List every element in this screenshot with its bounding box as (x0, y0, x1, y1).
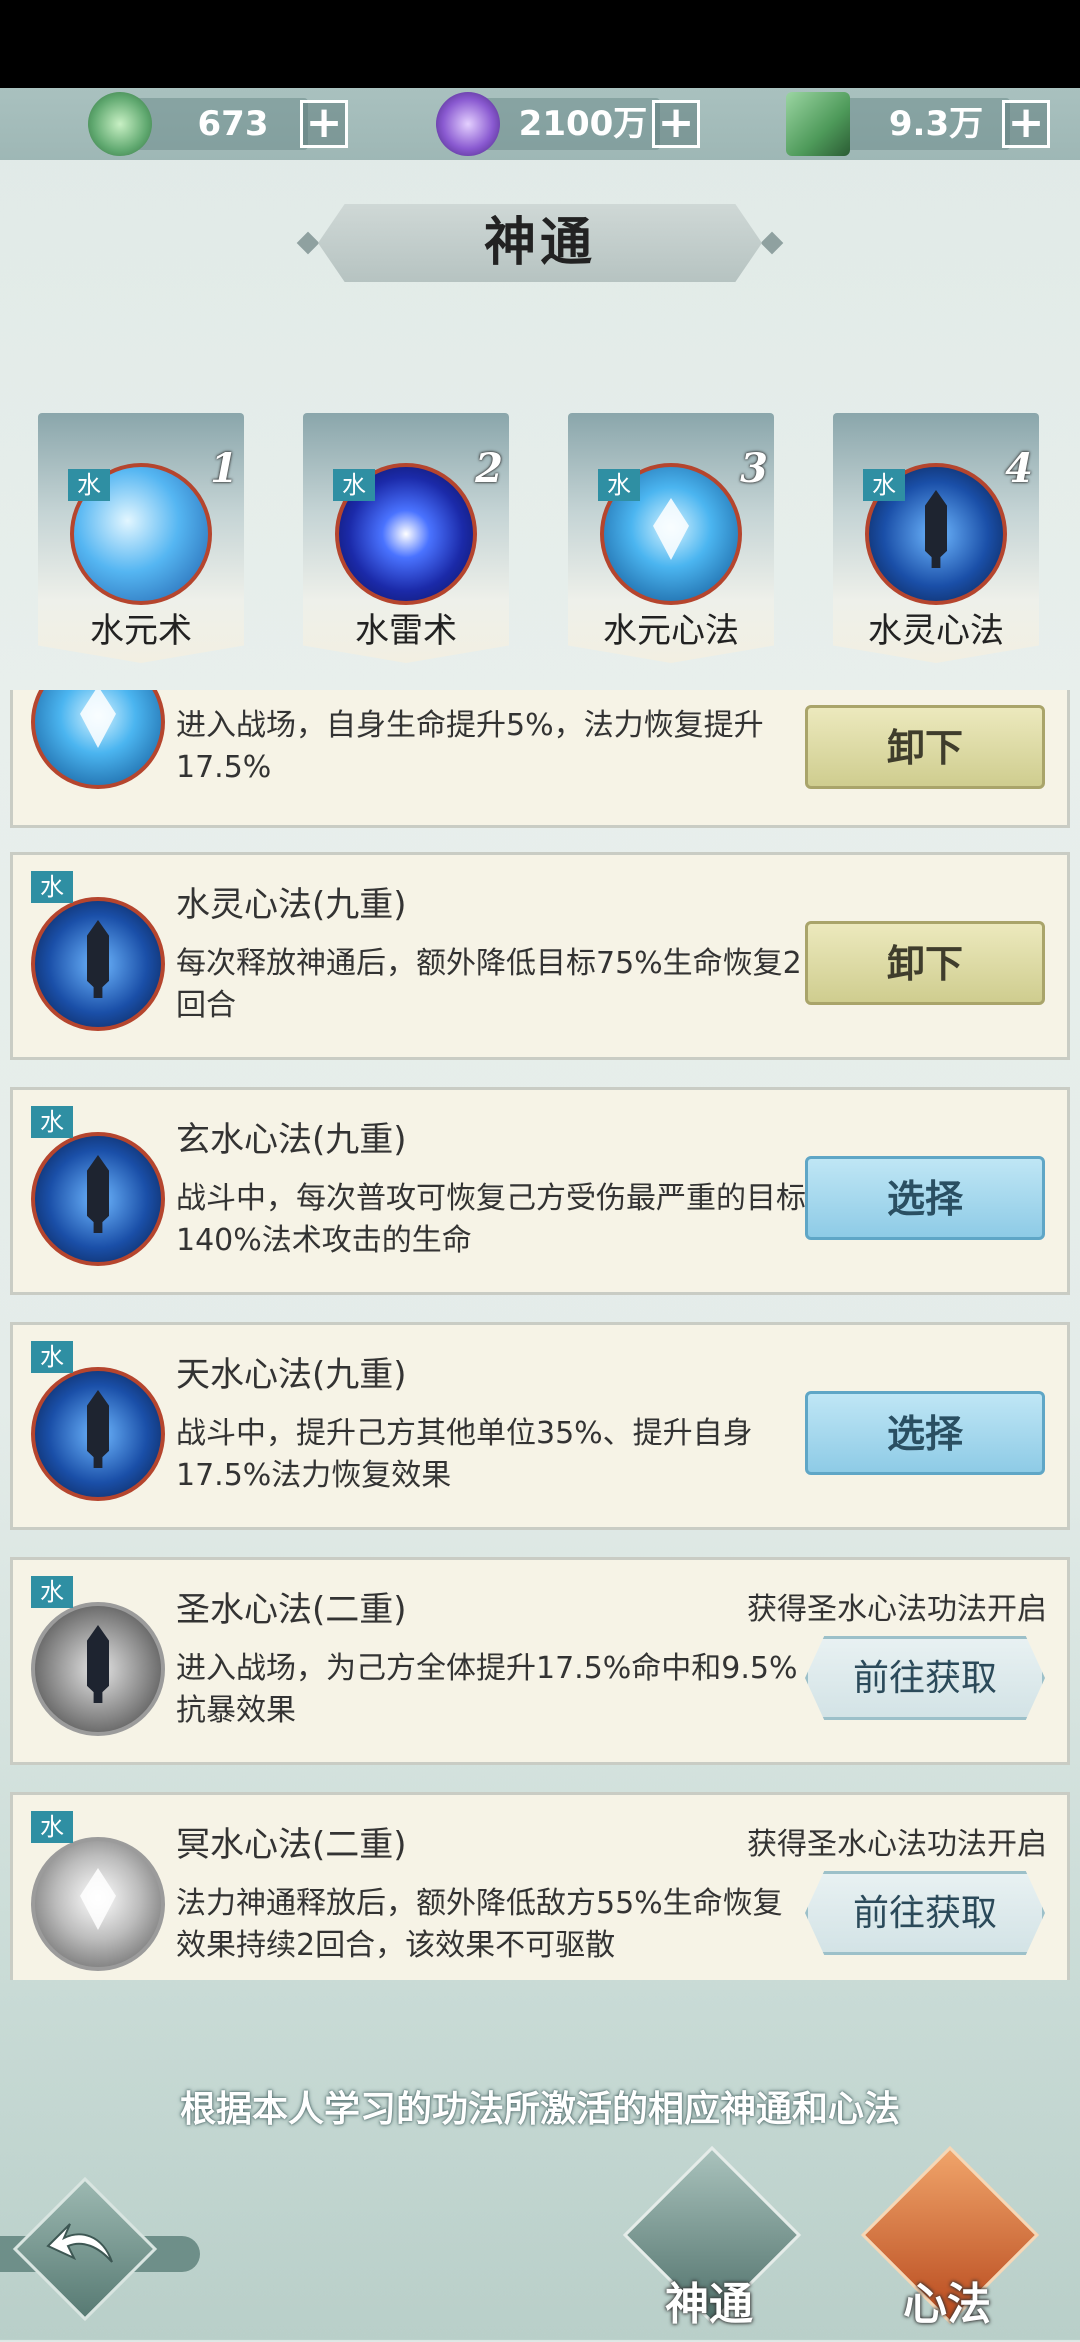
skill-card: 水 圣水心法(二重) 获得圣水心法功法开启 进入战场，为己方全体提升17.5%命… (10, 1557, 1070, 1765)
skill-card: 水 冥水心法(二重) 获得圣水心法功法开启 法力神通释放后，额外降低敌方55%生… (10, 1792, 1070, 1980)
skill-description: 法力神通释放后，额外降低敌方55%生命恢复效果持续2回合，该效果不可驱散 (176, 1886, 783, 1963)
currency-scroll: 9.3万 + (786, 92, 1056, 156)
slot-label: 水灵心法 (868, 611, 1004, 651)
add-jade-button[interactable]: + (300, 100, 348, 148)
purple-spirit-icon (436, 92, 500, 156)
back-arrow-icon (46, 2223, 113, 2263)
element-tag: 水 (31, 1576, 73, 1608)
slot-label: 水元心法 (603, 611, 739, 651)
slot-label: 水元术 (90, 611, 192, 651)
select-button[interactable]: 选择 (805, 1156, 1045, 1240)
skill-slot-3[interactable]: 水 3 水元心法 (568, 413, 774, 675)
hint-text: 根据本人学习的功法所激活的相应神通和心法 (179, 2089, 900, 2130)
unlock-requirement: 获得圣水心法功法开启 (747, 1827, 1047, 1862)
nav-label: 心法 (903, 2279, 991, 2330)
skill-title: 水灵心法(九重) (176, 885, 407, 925)
skill-title: 冥水心法(二重) (176, 1825, 407, 1865)
element-tag: 水 (31, 1811, 73, 1843)
currency-value: 2100万 (518, 104, 648, 144)
locked-crystal-icon (31, 1837, 165, 1971)
skill-slot-2[interactable]: 水 2 水雷术 (303, 413, 509, 675)
nav-label: 神通 (665, 2279, 753, 2330)
skill-description: 进入战场，为己方全体提升17.5%命中和9.5%抗暴效果 (176, 1651, 798, 1728)
skill-title: 圣水心法(二重) (176, 1590, 407, 1630)
water-sword-icon (31, 1367, 165, 1501)
currency-value: 9.3万 (888, 104, 984, 144)
skill-card: 进入战场，自身生命提升5%，法力恢复提升17.5% 卸下 (10, 690, 1070, 828)
nav-xinfa[interactable]: 心法 (860, 2145, 1040, 2342)
jade-coin-icon (88, 92, 152, 156)
skill-title: 玄水心法(九重) (176, 1120, 407, 1160)
add-scroll-button[interactable]: + (1002, 100, 1050, 148)
element-tag: 水 (31, 1106, 73, 1138)
skill-slot-1[interactable]: 水 1 水元术 (38, 413, 244, 675)
element-tag: 水 (333, 469, 375, 501)
element-tag: 水 (598, 469, 640, 501)
skill-card: 水 天水心法(九重) 战斗中，提升己方其他单位35%、提升自身17.5%法力恢复… (10, 1322, 1070, 1530)
currency-jade: 673 + (88, 92, 354, 156)
select-button[interactable]: 选择 (805, 1391, 1045, 1475)
go-obtain-button[interactable]: 前往获取 (805, 1636, 1045, 1720)
slot-label: 水雷术 (355, 611, 457, 651)
skill-title: 天水心法(九重) (176, 1355, 407, 1395)
locked-sword-icon (31, 1602, 165, 1736)
go-obtain-button[interactable]: 前往获取 (805, 1871, 1045, 1955)
add-spirit-button[interactable]: + (652, 100, 700, 148)
title-ornament-left (296, 231, 320, 255)
element-tag: 水 (863, 469, 905, 501)
slot-number: 2 (475, 445, 503, 492)
skill-list[interactable]: 进入战场，自身生命提升5%，法力恢复提升17.5% 卸下 水 水灵心法(九重) … (10, 690, 1070, 1980)
skill-description: 每次释放神通后，额外降低目标75%生命恢复2回合 (176, 946, 802, 1023)
unequip-button[interactable]: 卸下 (805, 705, 1045, 789)
skill-description: 进入战场，自身生命提升5%，法力恢复提升17.5% (176, 708, 764, 785)
water-sword-icon (31, 1132, 165, 1266)
water-sword-icon (31, 897, 165, 1031)
skill-card: 水 水灵心法(九重) 每次释放神通后，额外降低目标75%生命恢复2回合 卸下 (10, 852, 1070, 1060)
skill-card: 水 玄水心法(九重) 战斗中，每次普攻可恢复己方受伤最严重的目标140%法术攻击… (10, 1087, 1070, 1295)
page-title: 神通 (483, 213, 596, 273)
nav-shentong[interactable]: 神通 (622, 2145, 802, 2342)
status-bar (0, 0, 1080, 88)
slot-number: 1 (210, 445, 238, 492)
currency-spirit: 2100万 + (436, 92, 706, 156)
slot-number: 3 (740, 445, 768, 492)
skill-description: 战斗中，提升己方其他单位35%、提升自身17.5%法力恢复效果 (176, 1416, 753, 1493)
element-tag: 水 (31, 1341, 73, 1373)
title-ornament-right (760, 231, 784, 255)
unequip-button[interactable]: 卸下 (805, 921, 1045, 1005)
green-scroll-icon (786, 92, 850, 156)
skill-slot-4[interactable]: 水 4 水灵心法 (833, 413, 1039, 675)
element-tag: 水 (68, 469, 110, 501)
skill-description: 战斗中，每次普攻可恢复己方受伤最严重的目标140%法术攻击的生命 (176, 1181, 806, 1258)
slot-number: 4 (1005, 445, 1033, 492)
unlock-requirement: 获得圣水心法功法开启 (747, 1592, 1047, 1627)
currency-value: 673 (197, 104, 269, 144)
water-crystal-icon (31, 690, 165, 789)
element-tag: 水 (31, 871, 73, 903)
back-button[interactable] (0, 2176, 200, 2322)
